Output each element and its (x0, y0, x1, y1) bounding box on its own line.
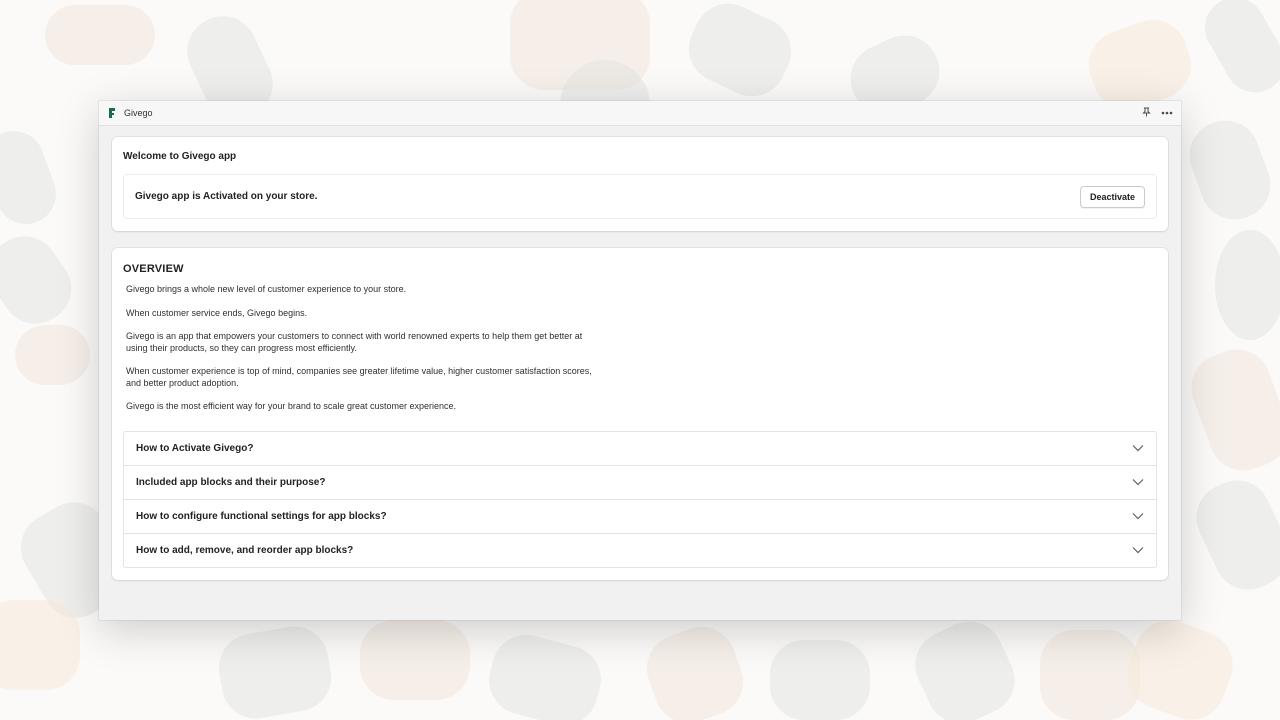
overview-paragraph: Givego is the most efficient way for you… (126, 401, 456, 411)
deactivate-button[interactable]: Deactivate (1079, 185, 1145, 208)
window-title: Givego (124, 108, 153, 118)
chevron-down-icon (1132, 513, 1144, 520)
faq-item-activate[interactable]: How to Activate Givego? (124, 432, 1156, 466)
activation-status-text: Givego app is Activated on your store. (135, 191, 318, 202)
activation-status-banner: Givego app is Activated on your store. D… (123, 174, 1157, 219)
main-content: Welcome to Givego app Givego app is Acti… (99, 126, 1181, 591)
givego-logo-icon (109, 108, 115, 118)
overview-paragraph: When customer service ends, Givego begin… (126, 307, 308, 318)
overview-paragraph: Givego is an app that empowers your cust… (126, 331, 583, 353)
welcome-title: Welcome to Givego app (123, 151, 237, 162)
app-window: Givego Welcome to Givego app Givego app … (99, 101, 1181, 620)
pin-icon[interactable] (1142, 107, 1151, 120)
chevron-down-icon (1132, 479, 1144, 486)
overview-title: OVERVIEW (123, 263, 184, 275)
faq-item-reorder-blocks[interactable]: How to add, remove, and reorder app bloc… (124, 534, 1156, 567)
window-titlebar: Givego (99, 101, 1181, 126)
faq-question: Included app blocks and their purpose? (136, 476, 326, 488)
welcome-card: Welcome to Givego app Givego app is Acti… (112, 137, 1168, 231)
faq-question: How to Activate Givego? (136, 442, 254, 454)
faq-item-app-blocks[interactable]: Included app blocks and their purpose? (124, 466, 1156, 500)
faq-item-configure-settings[interactable]: How to configure functional settings for… (124, 500, 1156, 534)
chevron-down-icon (1132, 445, 1144, 452)
more-actions-icon[interactable] (1161, 108, 1173, 118)
overview-paragraph: When customer experience is top of mind,… (126, 366, 592, 388)
faq-question: How to add, remove, and reorder app bloc… (136, 544, 354, 556)
faq-question: How to configure functional settings for… (136, 510, 387, 522)
faq-accordion: How to Activate Givego? Included app blo… (123, 430, 1157, 568)
overview-card: OVERVIEW Givego brings a whole new level… (112, 248, 1168, 580)
overview-paragraph: Givego brings a whole new level of custo… (126, 284, 407, 294)
chevron-down-icon (1132, 547, 1144, 554)
